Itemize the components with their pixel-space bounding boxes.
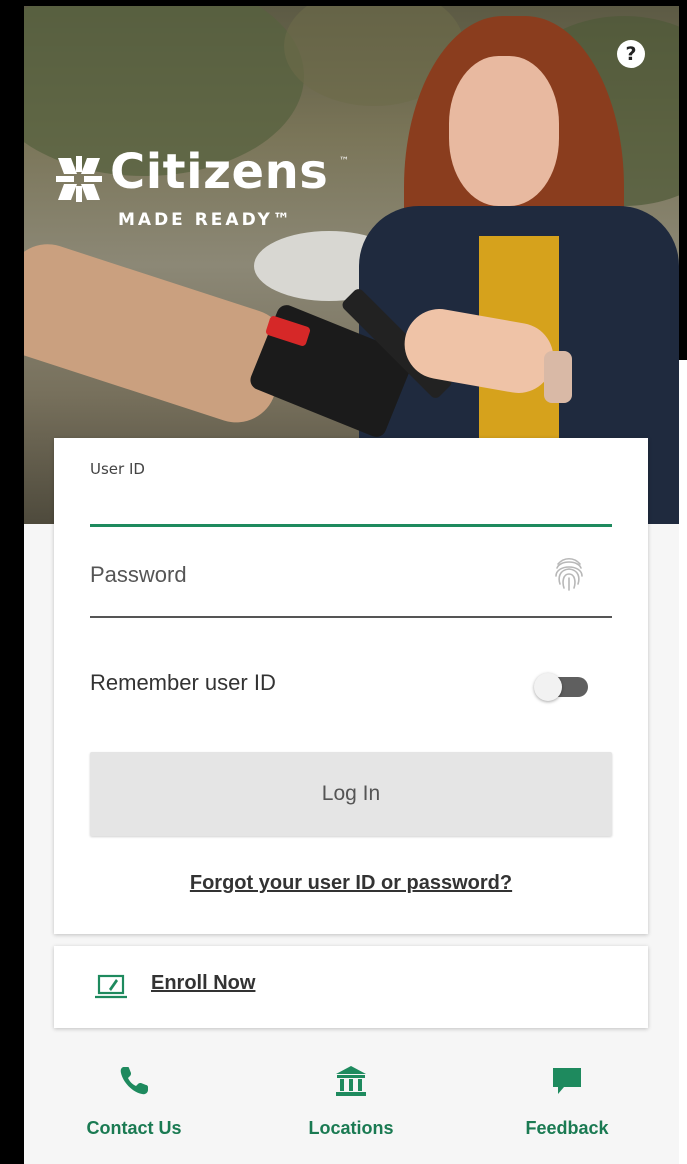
citizens-logo: Citizens ™ MADE READY™: [54, 144, 374, 238]
phone-icon: [120, 1067, 148, 1095]
remember-user-id-label: Remember user ID: [90, 670, 276, 695]
nav-contact-us-label: Contact Us: [86, 1118, 182, 1138]
enroll-now-link[interactable]: Enroll Now: [151, 972, 255, 995]
login-card: User ID Password Remember user ID Log In…: [54, 438, 648, 934]
toggle-knob: [534, 673, 562, 701]
brand-tagline: MADE READY™: [118, 210, 293, 230]
citizens-logo-icon: [56, 156, 102, 202]
enroll-card[interactable]: Enroll Now: [54, 946, 648, 1028]
nav-feedback[interactable]: Feedback: [487, 1062, 647, 1152]
nav-locations[interactable]: Locations: [271, 1062, 431, 1152]
user-id-label: User ID: [90, 460, 145, 478]
password-underline: [90, 616, 612, 618]
bank-icon: [336, 1066, 366, 1096]
laptop-icon: [95, 974, 127, 999]
user-id-input[interactable]: [90, 482, 614, 524]
login-button[interactable]: Log In: [90, 752, 612, 836]
background-frame-left: [0, 0, 24, 1164]
brand-trademark: ™: [339, 156, 349, 167]
nav-feedback-label: Feedback: [525, 1118, 609, 1138]
chat-icon: [553, 1068, 581, 1094]
forgot-credentials-link[interactable]: Forgot your user ID or password?: [54, 872, 648, 895]
nav-contact-us[interactable]: Contact Us: [54, 1062, 214, 1152]
help-button[interactable]: ?: [617, 40, 645, 68]
brand-name: Citizens: [110, 144, 329, 200]
bottom-navigation: Contact Us Locations Feedback: [24, 1052, 679, 1164]
nav-locations-label: Locations: [308, 1118, 394, 1138]
user-id-underline: [90, 524, 612, 527]
app-screen: Citizens ™ MADE READY™ ? User ID Passwor…: [24, 6, 679, 1164]
login-button-label: Log In: [321, 782, 381, 805]
help-icon: ?: [625, 43, 637, 65]
remember-user-id-toggle[interactable]: [534, 671, 592, 703]
fingerprint-icon[interactable]: [552, 556, 586, 592]
password-placeholder[interactable]: Password: [90, 562, 187, 588]
